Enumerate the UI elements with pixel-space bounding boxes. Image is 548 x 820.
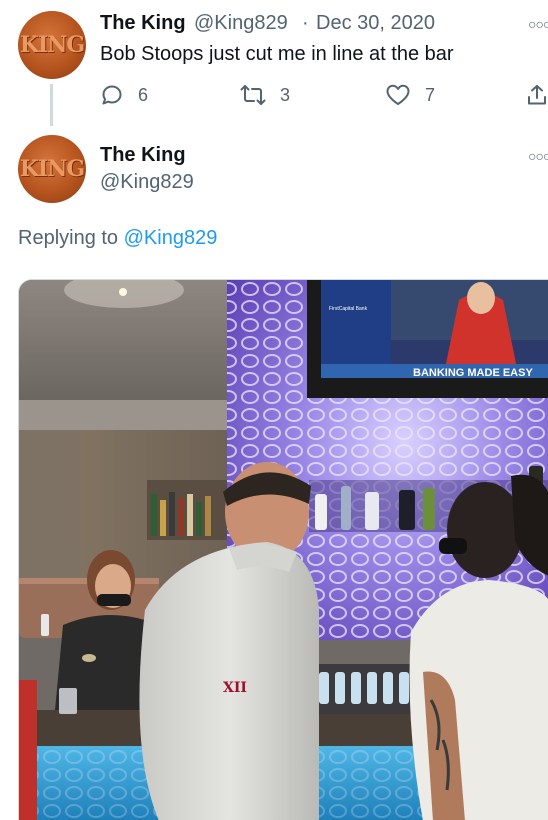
tweet-date[interactable]: Dec 30, 2020: [316, 12, 435, 35]
jacket-logo-text: XII: [223, 680, 247, 696]
photo-scene: BANKING MADE EASY FirstCapital Bank XII: [19, 280, 548, 820]
retweet-icon: [240, 85, 266, 105]
tweet-photo[interactable]: BANKING MADE EASY FirstCapital Bank XII: [18, 279, 548, 820]
reply-button[interactable]: 6: [100, 83, 148, 107]
author-name[interactable]: The King: [100, 144, 186, 167]
tv-banner-text: BANKING MADE EASY: [413, 367, 533, 379]
reply-icon: [102, 85, 122, 105]
replying-to-label: Replying to: [18, 227, 119, 249]
avatar[interactable]: KING: [18, 135, 86, 203]
tv-logo-text: FirstCapital Bank: [329, 306, 368, 312]
reply-count: 6: [138, 84, 149, 105]
heart-icon: [386, 84, 410, 105]
replying-to-mention[interactable]: @King829: [124, 227, 218, 249]
thread-connector-line: [50, 84, 53, 126]
author-handle[interactable]: @King829: [194, 12, 288, 35]
like-count: 7: [425, 84, 436, 105]
tweet-text: Bob Stoops just cut me in line at the ba…: [100, 43, 454, 65]
more-options-icon[interactable]: ○○○: [528, 148, 548, 164]
retweet-count: 3: [280, 84, 291, 105]
retweet-button[interactable]: 3: [240, 83, 290, 107]
author-handle[interactable]: @King829: [100, 171, 194, 194]
more-options-icon[interactable]: ○○○: [528, 16, 548, 32]
like-button[interactable]: 7: [385, 83, 435, 107]
share-button[interactable]: [526, 83, 548, 107]
avatar-logo-text: KING: [19, 156, 85, 182]
replying-to-line: Replying to @King829: [18, 227, 217, 250]
avatar[interactable]: KING: [18, 11, 86, 79]
share-icon: [528, 85, 546, 105]
avatar-logo-text: KING: [19, 32, 85, 58]
author-name[interactable]: The King: [100, 12, 186, 35]
separator-dot: ·: [302, 12, 309, 34]
